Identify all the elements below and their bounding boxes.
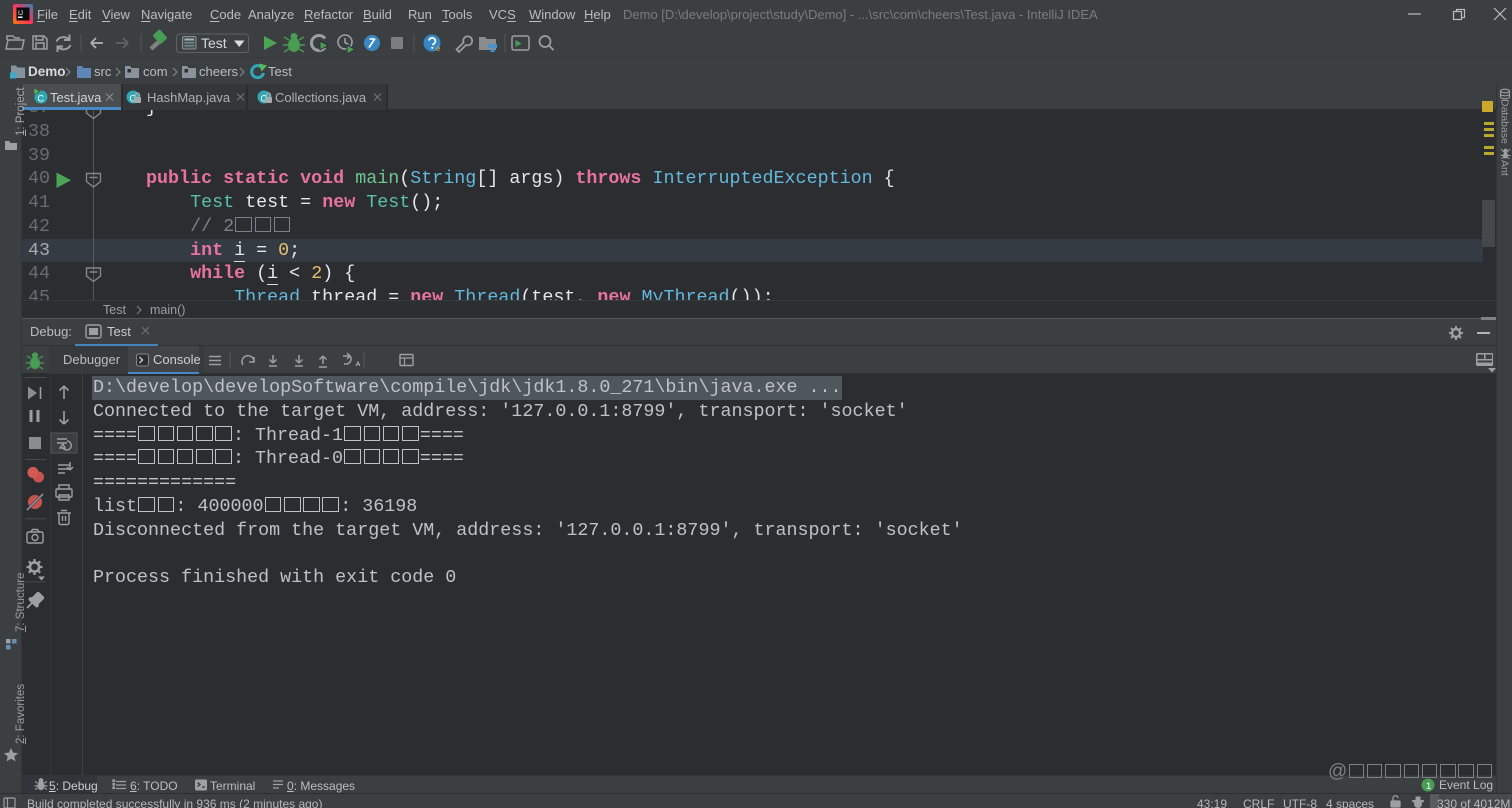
svg-text:C: C bbox=[38, 94, 45, 104]
svg-text:Test: Test bbox=[201, 35, 227, 51]
svg-text:IJ: IJ bbox=[18, 10, 23, 17]
svg-text:e: e bbox=[436, 44, 441, 53]
